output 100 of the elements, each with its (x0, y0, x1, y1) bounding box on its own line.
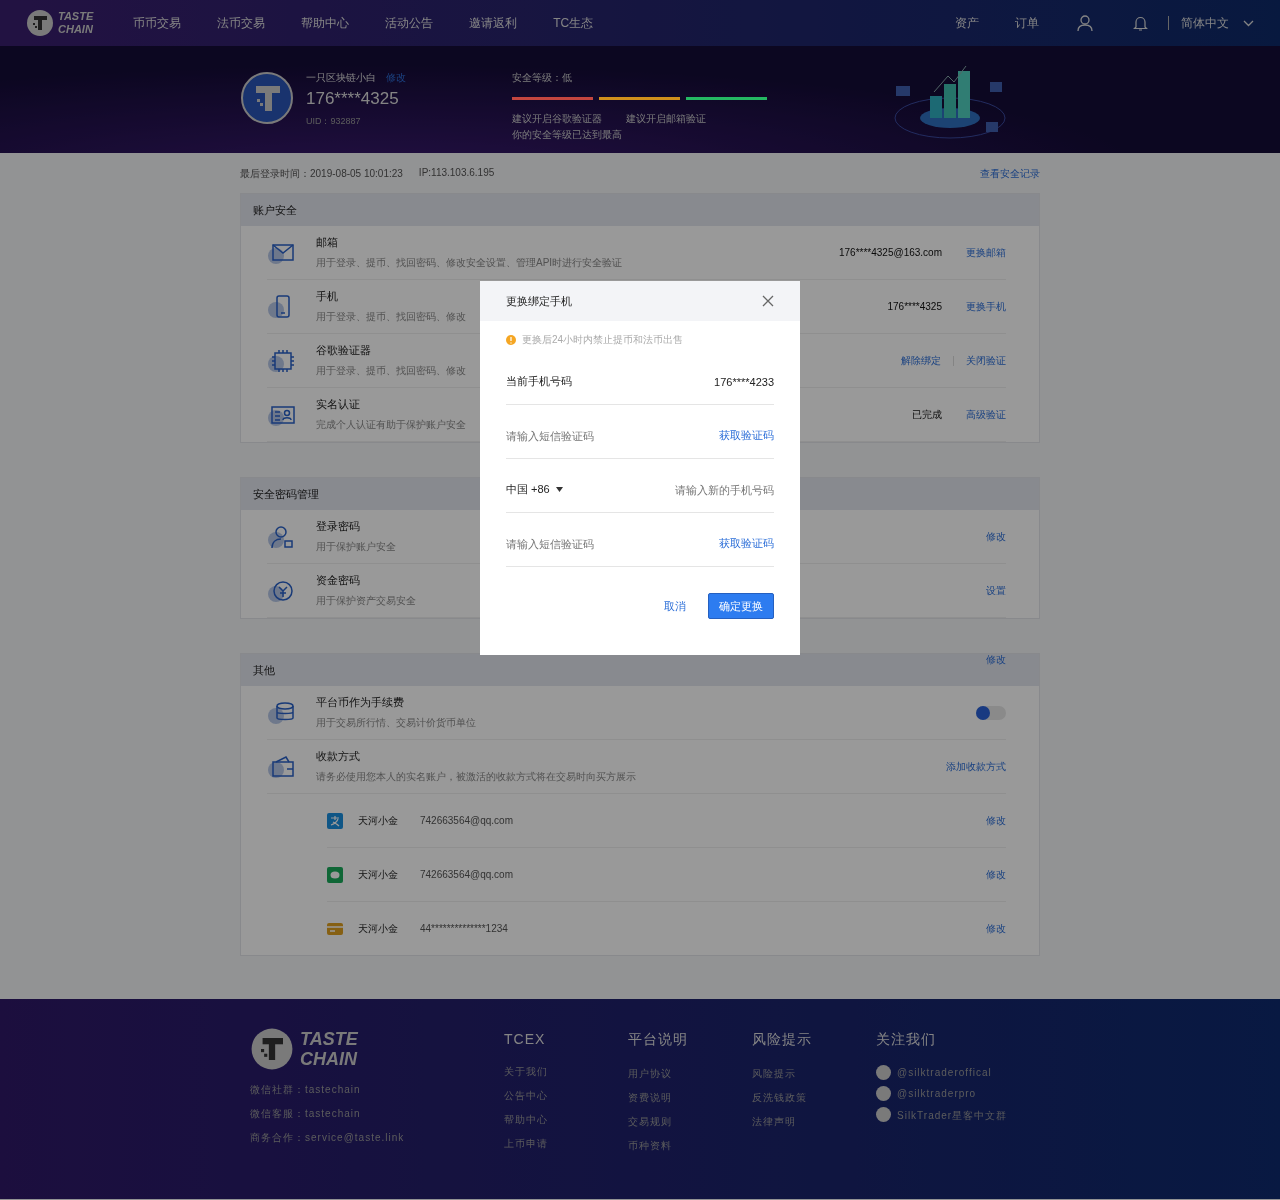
section-title: 账户安全 (253, 202, 297, 218)
security-level: 安全等级：低 (512, 71, 573, 85)
payee-name: 天河小金 (358, 813, 398, 828)
footer-link[interactable]: 风险提示 (752, 1067, 876, 1081)
social-link[interactable]: SilkTrader星客中文群 (897, 1109, 1008, 1123)
logo-text: TASTE (58, 10, 94, 23)
footer-link[interactable]: 公告中心 (504, 1089, 628, 1103)
contact-info: 微信客服：tastechain (250, 1107, 362, 1121)
footer-heading: 平台说明 (628, 1031, 689, 1049)
nav-link[interactable]: 邀请返利 (469, 14, 518, 32)
logo-icon (26, 9, 54, 37)
payee-name: 天河小金 (358, 921, 398, 936)
phone-input[interactable]: 请输入新的手机号码 (606, 483, 774, 496)
logo[interactable]: TASTE CHAIN (26, 9, 94, 37)
security-log-link[interactable]: 查看安全记录 (980, 167, 1040, 181)
setting-value: 176****4325 (887, 301, 942, 312)
setting-title: 资金密码 (316, 573, 361, 588)
field-label: 当前手机号码 (506, 374, 572, 389)
payment-account: 742663564@qq.com (420, 815, 513, 826)
code-input[interactable]: 请输入短信验证码 (506, 429, 719, 442)
country-select[interactable]: 中国 +86 (506, 482, 606, 497)
logo-text: TASTE (300, 1029, 358, 1049)
nav-link[interactable]: 币币交易 (133, 14, 182, 32)
footer-link[interactable]: 关于我们 (504, 1065, 628, 1079)
setting-title: 收款方式 (316, 749, 361, 764)
warning-text: 更换后24小时内禁止提币和法币出售 (522, 333, 684, 347)
social-icon[interactable] (876, 1107, 891, 1122)
payee-name: 天河小金 (358, 867, 398, 882)
footer-link[interactable]: 法律声明 (752, 1115, 876, 1129)
footer-link[interactable]: 用户协议 (628, 1067, 752, 1081)
nav-link[interactable]: 法币交易 (217, 14, 266, 32)
setting-title: 平台币作为手续费 (316, 695, 405, 710)
caret-icon (555, 487, 563, 492)
footer-link[interactable]: 资费说明 (628, 1091, 752, 1105)
uid-text: UID：932887 (306, 115, 362, 128)
social-link[interactable]: @silktraderpro (897, 1088, 977, 1099)
card-icon (327, 920, 343, 937)
nav-link[interactable]: 帮助中心 (301, 14, 350, 32)
nav-link[interactable]: 资产 (955, 14, 979, 32)
footer-heading: 风险提示 (752, 1031, 813, 1049)
chevron-down-icon (1243, 19, 1254, 27)
dialog-title: 更换绑定手机 (506, 293, 572, 309)
nickname: 一只区块链小白 (306, 71, 376, 85)
action-link[interactable]: 高级验证 (966, 407, 1006, 422)
action-link[interactable]: 修改 (986, 529, 1006, 544)
footer-link[interactable]: 交易规则 (628, 1115, 752, 1129)
nav-link[interactable]: 订单 (1015, 14, 1039, 32)
social-icon[interactable] (876, 1086, 891, 1101)
action-link[interactable]: 设置 (986, 583, 1006, 598)
chat-icon (327, 866, 343, 883)
get-code-link[interactable]: 获取验证码 (719, 536, 774, 551)
edit-link[interactable]: 修改 (986, 813, 1006, 828)
setting-title: 邮箱 (316, 235, 339, 250)
security-tip: 建议开启谷歌验证器 (512, 112, 602, 126)
footer-heading: TCEX (504, 1031, 547, 1047)
social-icon[interactable] (876, 1065, 891, 1080)
edit-link[interactable]: 修改 (986, 921, 1006, 936)
setting-title: 手机 (316, 289, 339, 304)
confirm-button[interactable]: 确定更换 (708, 593, 774, 619)
payment-account: 44**************1234 (420, 923, 508, 934)
payment-icon (327, 812, 343, 829)
setting-title: 实名认证 (316, 397, 361, 412)
setting-value: 176****4325@163.com (839, 247, 942, 258)
action-link[interactable]: 解除绑定 (901, 353, 941, 368)
setting-title: 谷歌验证器 (316, 343, 372, 358)
setting-description: 用于登录、提币、找回密码、修改 (316, 364, 466, 378)
setting-title: 登录密码 (316, 519, 361, 534)
security-tip: 你的安全等级已达到最高 (512, 128, 623, 142)
login-ip: IP:113.103.6.195 (418, 167, 495, 180)
chip-icon (267, 347, 297, 374)
action-link[interactable]: 更换邮箱 (966, 245, 1006, 260)
setting-value: 已完成 (912, 407, 942, 422)
edit-link[interactable]: 修改 (386, 71, 406, 85)
nav-link[interactable]: TC生态 (553, 14, 594, 32)
edit-link[interactable]: 修改 (986, 867, 1006, 882)
action-link[interactable]: 关闭验证 (966, 353, 1006, 368)
setting-description: 用于保护账户安全 (316, 540, 396, 554)
code-input[interactable]: 请输入短信验证码 (506, 537, 719, 550)
social-link[interactable]: @silktraderoffical (897, 1067, 992, 1078)
nav-link[interactable]: 活动公告 (385, 14, 434, 32)
user-icon[interactable] (1077, 15, 1093, 31)
last-login-time: 最后登录时间：2019-08-05 10:01:23 (240, 167, 403, 181)
contact-info: 微信社群：tastechain (250, 1083, 362, 1097)
get-code-link[interactable]: 获取验证码 (719, 428, 774, 443)
logo-text: CHAIN (58, 23, 94, 36)
footer-link[interactable]: 币种资料 (628, 1139, 752, 1153)
footer-link[interactable]: 反洗钱政策 (752, 1091, 876, 1105)
language-select[interactable]: 简体中文 (1181, 14, 1254, 32)
setting-description: 用于保护资产交易安全 (316, 594, 416, 608)
action-link[interactable]: 更换手机 (966, 299, 1006, 314)
payment-account: 742663564@qq.com (420, 869, 513, 880)
cancel-button[interactable]: 取消 (664, 598, 686, 614)
phone-number: 176****4325 (306, 89, 400, 109)
close-icon[interactable] (762, 295, 774, 307)
section-title: 其他 (253, 662, 275, 678)
bell-icon[interactable] (1133, 15, 1148, 31)
edit-link[interactable]: 修改 (986, 653, 1006, 667)
toggle-switch[interactable] (976, 705, 1006, 720)
action-link[interactable]: 添加收款方式 (946, 759, 1006, 774)
avatar-icon (240, 71, 294, 125)
